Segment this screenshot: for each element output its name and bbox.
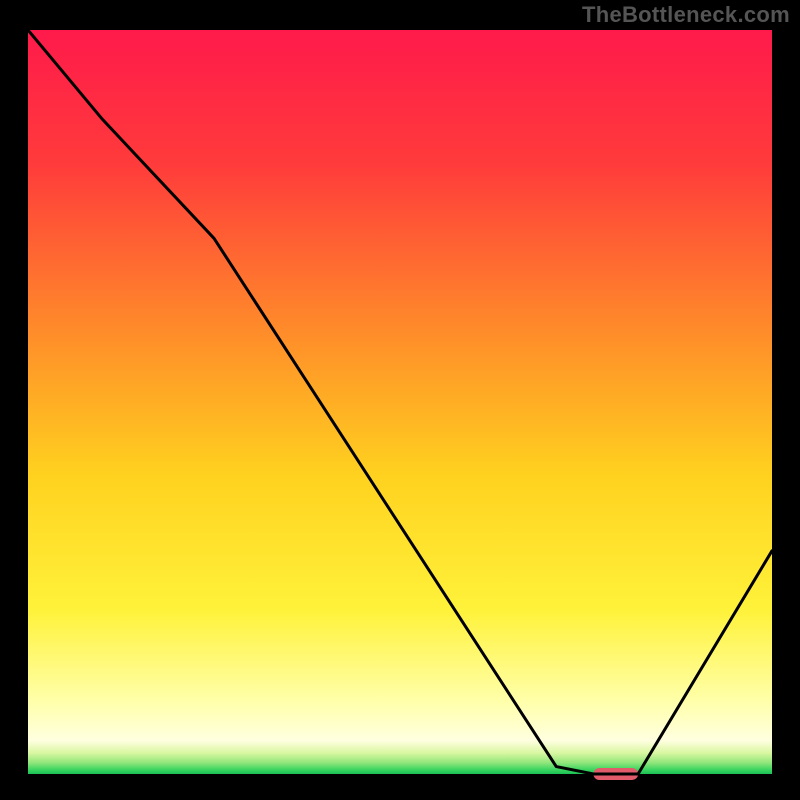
gradient-background [28,30,772,774]
chart-frame: TheBottleneck.com [0,0,800,800]
plot-area [10,30,790,790]
watermark-text: TheBottleneck.com [582,2,790,28]
bottleneck-chart [10,30,790,790]
